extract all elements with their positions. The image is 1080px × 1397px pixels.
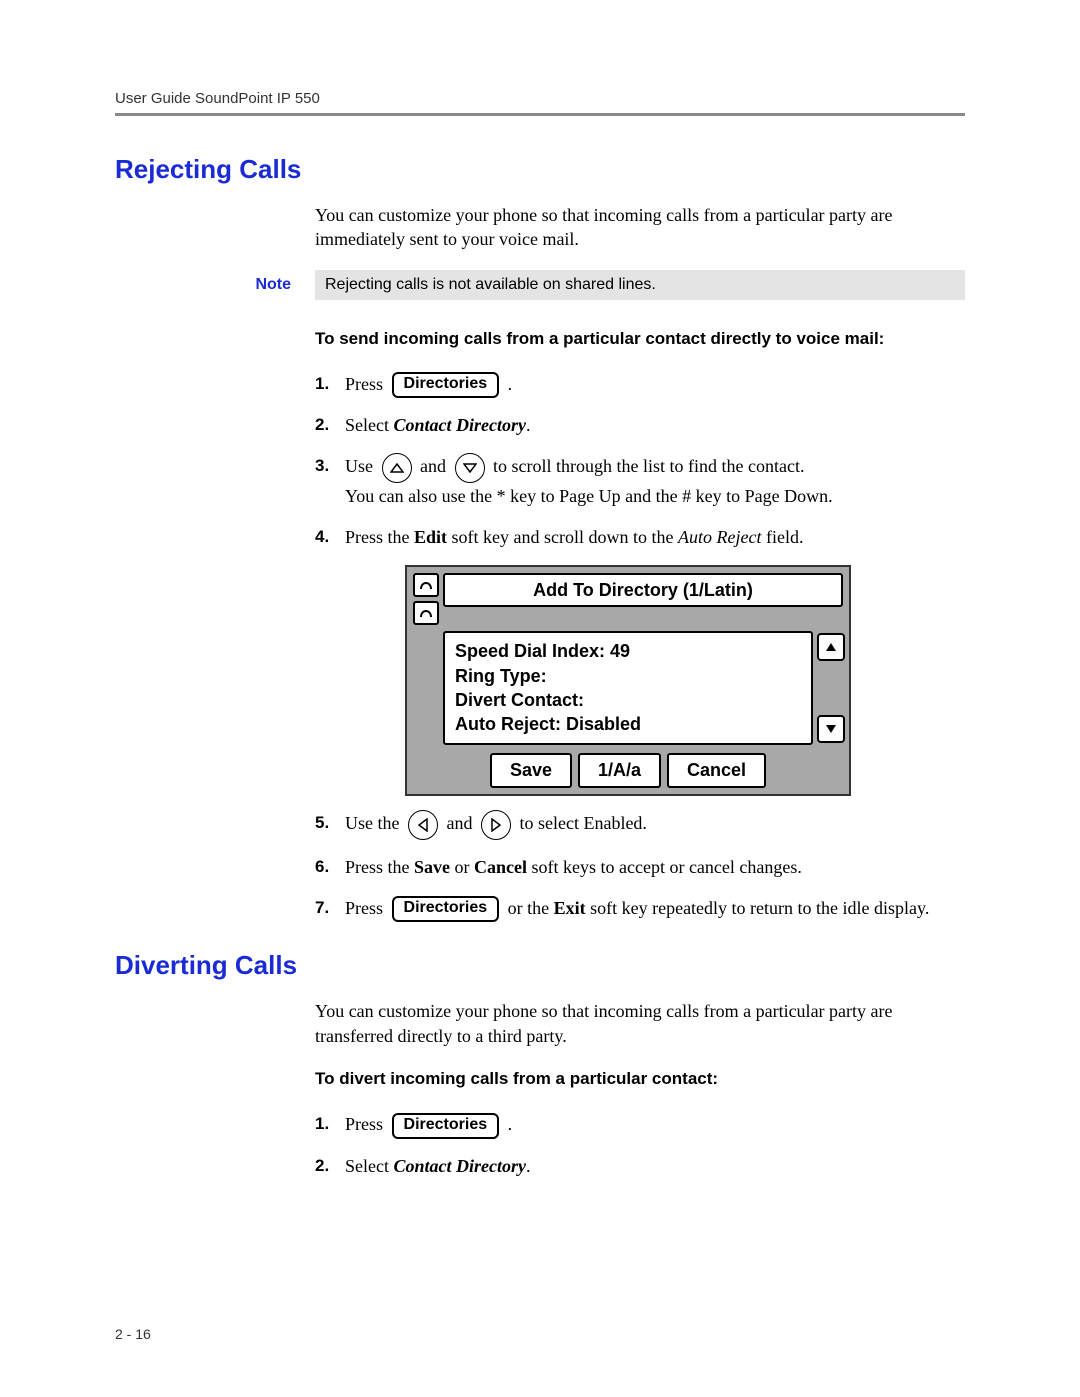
directories-key: Directories <box>392 1113 500 1139</box>
arrow-left-icon <box>408 810 438 840</box>
step-1: 1. Press Directories . <box>315 371 965 399</box>
lcd-line: Auto Reject: Disabled <box>455 712 801 736</box>
page-number: 2 - 16 <box>115 1326 151 1342</box>
handset-icon <box>413 573 439 597</box>
lcd-line: Divert Contact: <box>455 688 801 712</box>
step-5: 5. Use the and to select Enabled. <box>315 810 965 840</box>
lcd-line: Speed Dial Index: 49 <box>455 639 801 663</box>
note-label: Note <box>115 270 315 300</box>
phone-lcd-screenshot: Add To Directory (1/Latin) Speed Dial In… <box>405 565 965 795</box>
section-heading-diverting: Diverting Calls <box>115 950 965 981</box>
step-list: 1. Press Directories . 2. Select Contact… <box>315 1111 965 1180</box>
running-header: User Guide SoundPoint IP 550 <box>115 90 965 113</box>
note-body: Rejecting calls is not available on shar… <box>315 270 965 300</box>
handset-icon <box>413 601 439 625</box>
body-column: To send incoming calls from a particular… <box>315 328 965 923</box>
lcd-scroll <box>817 631 843 744</box>
page: User Guide SoundPoint IP 550 Rejecting C… <box>0 0 1080 1397</box>
step-2: 2. Select Contact Directory. <box>315 412 965 439</box>
step-3: 3. Use and to scroll through the list to… <box>315 453 965 510</box>
section-heading-rejecting: Rejecting Calls <box>115 154 965 185</box>
step-4: 4. Press the Edit soft key and scroll do… <box>315 524 965 795</box>
lcd-title: Add To Directory (1/Latin) <box>443 573 843 607</box>
body-column: You can customize your phone so that inc… <box>315 999 965 1179</box>
step-7: 7. Press Directories or the Exit soft ke… <box>315 895 965 923</box>
lcd-body: Speed Dial Index: 49 Ring Type: Divert C… <box>443 631 813 744</box>
lcd-screen: Add To Directory (1/Latin) Speed Dial In… <box>405 565 851 795</box>
step-1: 1. Press Directories . <box>315 1111 965 1139</box>
softkey-mode: 1/A/a <box>578 753 661 788</box>
step-6: 6. Press the Save or Cancel soft keys to… <box>315 854 965 881</box>
arrow-up-icon <box>382 453 412 483</box>
body-column: You can customize your phone so that inc… <box>315 203 965 252</box>
softkey-save: Save <box>490 753 572 788</box>
lcd-line: Ring Type: <box>455 664 801 688</box>
softkey-row: Save 1/A/a Cancel <box>413 753 843 788</box>
arrow-down-icon <box>455 453 485 483</box>
scroll-up-icon <box>817 633 845 661</box>
procedure-heading: To send incoming calls from a particular… <box>315 328 965 351</box>
arrow-right-icon <box>481 810 511 840</box>
intro-text: You can customize your phone so that inc… <box>315 203 965 252</box>
directories-key: Directories <box>392 896 500 922</box>
step-list: 1. Press Directories . 2. Select Contact… <box>315 371 965 923</box>
scroll-down-icon <box>817 715 845 743</box>
note-block: Note Rejecting calls is not available on… <box>115 270 965 300</box>
step-2: 2. Select Contact Directory. <box>315 1153 965 1180</box>
line-key-icons <box>413 573 439 625</box>
intro-text: You can customize your phone so that inc… <box>315 999 965 1048</box>
header-rule <box>115 113 965 116</box>
procedure-heading: To divert incoming calls from a particul… <box>315 1068 965 1091</box>
softkey-cancel: Cancel <box>667 753 766 788</box>
directories-key: Directories <box>392 372 500 398</box>
